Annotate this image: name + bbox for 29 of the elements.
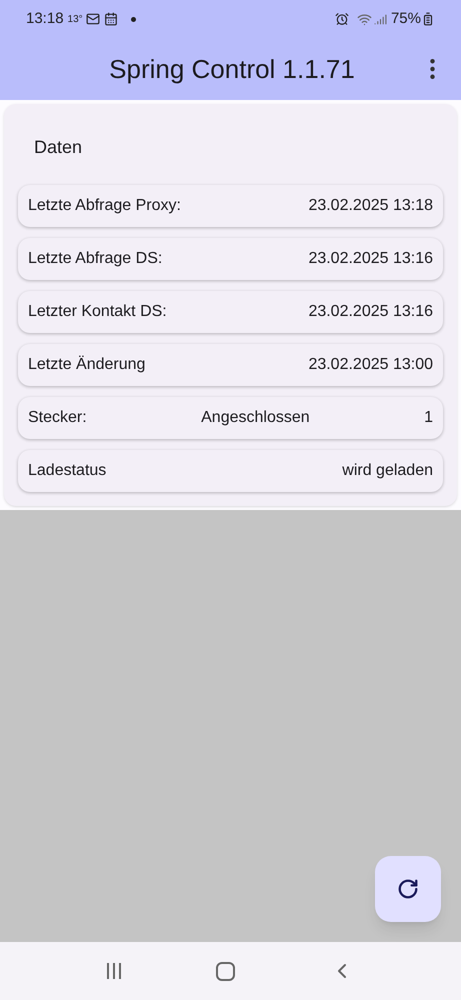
- refresh-button[interactable]: [375, 856, 441, 922]
- row-value: 23.02.2025 13:16: [308, 249, 433, 269]
- row-label: Letzte Änderung: [28, 354, 146, 375]
- home-button[interactable]: [216, 962, 235, 980]
- battery-icon: [421, 12, 435, 26]
- mail-icon: [86, 12, 100, 26]
- row-label: Ladestatus: [28, 461, 106, 481]
- status-time: 13:18: [26, 8, 64, 29]
- calendar-icon: [104, 12, 118, 26]
- row-label: Letzte Abfrage DS:: [28, 249, 162, 269]
- wifi-icon: [356, 12, 372, 26]
- row-value: 23.02.2025 13:00: [308, 355, 433, 375]
- row-value: 23.02.2025 13:16: [308, 302, 433, 322]
- more-options-icon: [430, 59, 435, 79]
- row-label: Letzter Kontakt DS:: [28, 302, 167, 322]
- status-temperature: 13°: [68, 12, 83, 26]
- signal-icon: [374, 12, 387, 26]
- row-value: Angeschlossen: [201, 408, 310, 428]
- refresh-icon: [397, 878, 419, 900]
- battery-percentage: 75%: [390, 8, 421, 29]
- row-value: 1: [424, 408, 433, 428]
- row-label: Stecker:: [28, 408, 87, 428]
- app-title: Spring Control 1.1.71: [108, 52, 356, 86]
- row-value: wird geladen: [342, 461, 433, 481]
- alarm-icon: [334, 12, 349, 26]
- row-value: 23.02.2025 13:18: [308, 196, 433, 216]
- row-label: Letzte Abfrage Proxy:: [28, 196, 181, 216]
- recent-apps-button[interactable]: [107, 963, 122, 979]
- card-title: Daten: [33, 136, 84, 159]
